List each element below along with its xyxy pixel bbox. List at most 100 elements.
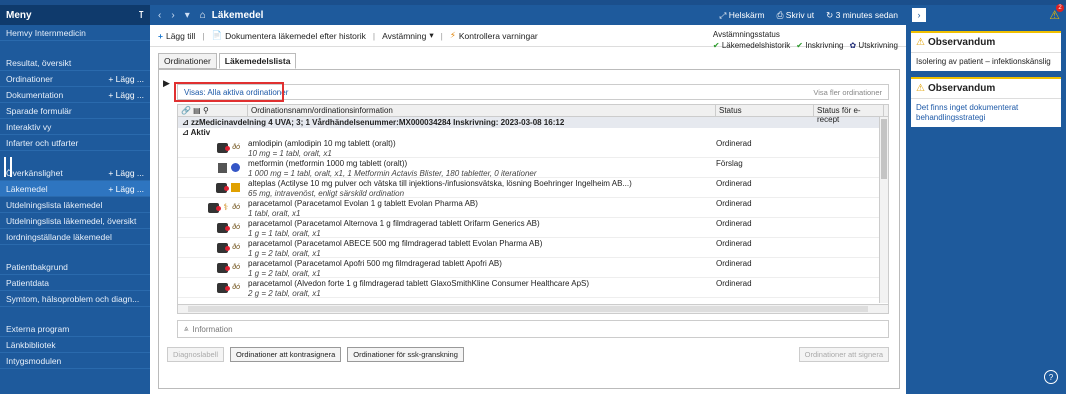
help-icon[interactable]: ?: [1044, 370, 1058, 384]
medication-icon: [217, 242, 231, 253]
sidebar-item-overkanslighet[interactable]: Överkänslighet + Lägg ...: [0, 165, 150, 181]
dose-icon: ðó: [232, 224, 240, 231]
reconcile-button[interactable]: Avstämning ▾: [382, 30, 434, 41]
observandum-card-strategy[interactable]: ⚠ Observandum Det finns inget dokumentera…: [911, 77, 1061, 127]
page-title: ⌂ Läkemedel: [199, 9, 264, 21]
table-row[interactable]: alteplas (Actilyse 10 mg pulver och väts…: [178, 178, 888, 198]
gear-icon: ✿: [849, 41, 857, 50]
horizontal-scrollbar[interactable]: [178, 304, 888, 313]
sidebar-item-symtom[interactable]: Symtom, hälsoproblem och diagn...: [0, 291, 150, 307]
discharge-status[interactable]: ✿ Utskrivning: [849, 40, 898, 51]
expand-panel-icon[interactable]: ›: [912, 8, 926, 22]
sidebar-item-lankbibliotek[interactable]: Länkbibliotek: [0, 337, 150, 353]
table-row[interactable]: metformin (metformin 1000 mg tablett (or…: [178, 158, 888, 178]
vertical-scrollbar[interactable]: [879, 117, 888, 303]
sidebar-item-lakemedel[interactable]: Läkemedel + Lägg ...: [0, 181, 150, 197]
sidebar-item-ordinationer[interactable]: Ordinationer + Lägg ...: [0, 71, 150, 87]
icon-columns-header[interactable]: 🔗 ▤ ⚲: [178, 105, 248, 116]
collapse-icon: ⩓: [184, 324, 189, 333]
sidebar-item-patientdata[interactable]: Patientdata: [0, 275, 150, 291]
warning-icon: ⚠: [916, 83, 925, 94]
medication-grid: 🔗 ▤ ⚲ Ordinationsnamn/ordinationsinforma…: [177, 104, 889, 314]
tab-ordinationer[interactable]: Ordinationer: [158, 53, 217, 69]
sidebar-item-infarter[interactable]: Infarter och utfarter: [0, 135, 150, 151]
check-icon: ✔: [796, 41, 803, 50]
sidebar-item-sparade[interactable]: Sparade formulär: [0, 103, 150, 119]
special-order-icon: [231, 183, 240, 192]
check-icon: ✔: [712, 41, 720, 50]
add-allergy-button[interactable]: + Lägg ...: [108, 168, 144, 178]
nurse-review-button[interactable]: Ordinationer för ssk-granskning: [347, 346, 464, 362]
add-documentation-button[interactable]: + Lägg ...: [108, 90, 144, 100]
medication-icon: [217, 142, 231, 153]
sidebar-header: Meny ⊺: [0, 5, 150, 25]
add-button[interactable]: + Lägg till: [158, 31, 195, 41]
sidebar-resize-handle[interactable]: [4, 157, 12, 177]
document-history-button[interactable]: 📄 Dokumentera läkemedel efter historik: [212, 30, 366, 41]
sidebar-item-utdelning[interactable]: Utdelningslista läkemedel: [0, 197, 150, 213]
dose-icon: ðó: [232, 204, 240, 211]
table-row[interactable]: ðó paracetamol (Paracetamol Alternova 1 …: [178, 218, 888, 238]
back-icon[interactable]: ‹: [158, 10, 161, 21]
main-header: ‹ › ▾ ⌂ Läkemedel ⤢ Helskärm ⎙ Skriv ut …: [150, 5, 906, 25]
signature-icon: ⚕: [223, 202, 229, 212]
col-header-status[interactable]: Status: [716, 105, 814, 116]
medication-icon: [217, 222, 231, 233]
plus-icon: +: [158, 30, 163, 41]
warning-check-icon: ⚡: [449, 30, 456, 40]
table-row[interactable]: ⚕ ðó paracetamol (Paracetamol Evolan 1 g …: [178, 198, 888, 218]
add-ordination-button[interactable]: + Lägg ...: [108, 74, 144, 84]
sidebar-item-hemvy[interactable]: Hemvy Internmedicin: [0, 25, 150, 41]
show-more-orders-link[interactable]: Visa fler ordinationer: [813, 88, 882, 97]
history-status[interactable]: ✔ Läkemedelshistorik: [713, 40, 790, 51]
sidebar-item-intyg[interactable]: Intygsmodulen: [0, 353, 150, 369]
medication-icon: [216, 182, 229, 193]
add-medication-button[interactable]: + Lägg ...: [108, 184, 144, 194]
dropdown-icon[interactable]: ▾: [185, 10, 190, 21]
refresh-button[interactable]: ↻ 3 minutes sedan: [826, 10, 898, 21]
col-header-name[interactable]: Ordinationsnamn/ordinationsinformation: [248, 105, 716, 116]
warning-icon[interactable]: ⚠ 2: [1049, 4, 1064, 22]
diagnosis-label-button[interactable]: Diagnoslabell: [167, 346, 225, 362]
forward-icon[interactable]: ›: [171, 10, 174, 21]
medication-icon: [208, 202, 222, 213]
dose-icon: ðó: [232, 284, 240, 291]
fullscreen-button[interactable]: ⤢ Helskärm: [720, 10, 765, 21]
dose-icon: ðó: [232, 244, 240, 251]
pin-icon[interactable]: ⊺: [139, 10, 144, 21]
sign-orders-button[interactable]: Ordinationer att signera: [798, 346, 889, 362]
grid-header: 🔗 ▤ ⚲ Ordinationsnamn/ordinationsinforma…: [178, 105, 888, 124]
expand-arrow-icon[interactable]: ▶: [163, 78, 170, 89]
tab-lakemedelslista[interactable]: Läkemedelslista: [218, 53, 297, 69]
cosign-orders-button[interactable]: Ordinationer att kontrasignera: [230, 346, 342, 362]
observandum-card-isolation[interactable]: ⚠ Observandum Isolering av patient – infe…: [911, 31, 1061, 71]
sidebar-item-resultat[interactable]: Resultat, översikt: [0, 55, 150, 71]
medication-icon: [217, 262, 231, 273]
table-row[interactable]: ðó paracetamol (Paracetamol Apofri 500 m…: [178, 258, 888, 278]
table-row[interactable]: ðó paracetamol (Paracetamol ABECE 500 mg…: [178, 238, 888, 258]
table-row[interactable]: ðó paracetamol (Alvedon forte 1 g filmdr…: [178, 278, 888, 298]
sidebar-item-patientbakgrund[interactable]: Patientbakgrund: [0, 259, 150, 275]
prescription-icon: [218, 162, 227, 173]
sidebar-item-externa[interactable]: Externa program: [0, 321, 150, 337]
table-row[interactable]: ðó amlodipin (amlodipin 10 mg tablett (o…: [178, 138, 888, 158]
check-warnings-button[interactable]: ⚡ Kontrollera varningar: [450, 30, 538, 41]
medication-icon: [217, 282, 231, 293]
sidebar-item-dokumentation[interactable]: Dokumentation + Lägg ...: [0, 87, 150, 103]
filter-bar: Visas: Alla aktiva ordinationer Visa fle…: [174, 82, 889, 102]
dose-icon: ðó: [232, 264, 240, 271]
sidebar-item-interaktiv[interactable]: Interaktiv vy: [0, 119, 150, 135]
col-header-erecept[interactable]: Status för e-recept: [814, 105, 884, 124]
sidebar-item-utdelning-oversikt[interactable]: Utdelningslista läkemedel, översikt: [0, 213, 150, 229]
print-button[interactable]: ⎙ Skriv ut: [777, 10, 815, 21]
information-section[interactable]: ⩓ Information: [177, 320, 889, 338]
encounter-group-row[interactable]: ⊿ zzMedicinavdelning 4 UVA; 3; 1 Vårdhän…: [178, 117, 888, 128]
dose-icon: ðó: [232, 144, 240, 151]
home-icon[interactable]: ⌂: [200, 10, 206, 21]
sidebar-item-iordningstallande[interactable]: Iordningställande läkemedel: [0, 229, 150, 245]
right-panel: › ⚠ 2 ⚠ Observandum Isolering av patient –…: [906, 4, 1066, 394]
admission-status[interactable]: ✔ Inskrivning: [796, 40, 843, 51]
active-subgroup-row[interactable]: ⊿ Aktiv: [178, 128, 888, 138]
proposal-icon: [231, 163, 240, 172]
sidebar-title: Meny: [6, 9, 32, 21]
